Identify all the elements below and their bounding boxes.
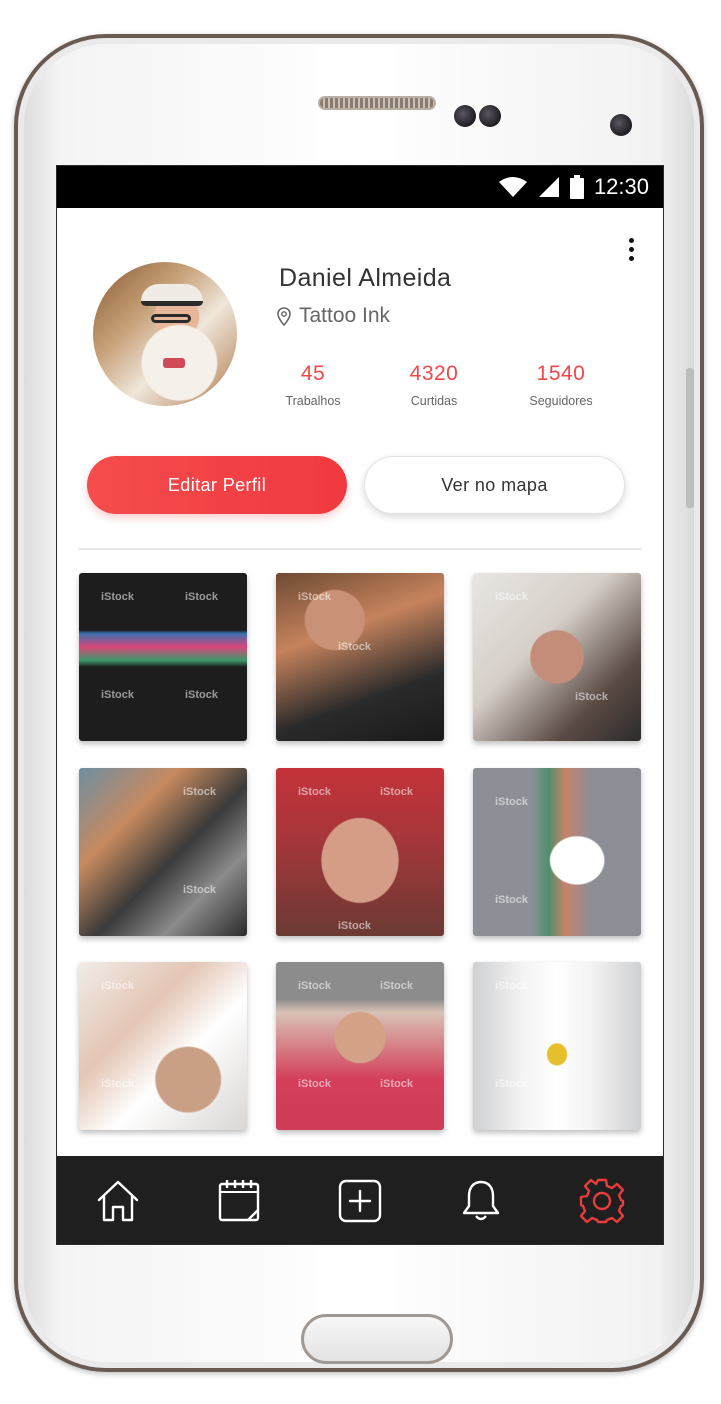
- watermark-label: iStock: [495, 980, 529, 992]
- battery-icon: [569, 175, 584, 199]
- status-bar: 12:30: [57, 166, 663, 208]
- watermark-label: iStock: [183, 786, 217, 798]
- nav-calendar[interactable]: [204, 1166, 274, 1236]
- bottom-nav: [57, 1156, 663, 1244]
- watermark-label: iStock: [183, 884, 217, 896]
- home-icon: [97, 1180, 138, 1222]
- gallery-item[interactable]: iStock iStock iStock: [276, 768, 444, 936]
- watermark-label: iStock: [495, 591, 529, 603]
- nav-add[interactable]: [325, 1166, 395, 1236]
- location-pin-icon: [277, 306, 291, 326]
- stat-trabalhos[interactable]: 45 Trabalhos: [253, 362, 373, 408]
- view-on-map-button[interactable]: Ver no mapa: [364, 456, 625, 514]
- gallery-item[interactable]: iStock iStock: [276, 573, 444, 741]
- watermark-label: iStock: [298, 1078, 332, 1090]
- gear-icon: [580, 1178, 625, 1224]
- stat-label: Seguidores: [529, 394, 593, 408]
- gallery-item[interactable]: iStock iStock iStock iStock: [79, 573, 247, 741]
- gallery-item[interactable]: iStock iStock: [473, 962, 641, 1130]
- watermark-label: iStock: [185, 689, 219, 701]
- nav-notifications[interactable]: [446, 1166, 516, 1236]
- light-sensor: [479, 105, 501, 127]
- stat-curtidas[interactable]: 4320 Curtidas: [374, 362, 494, 408]
- watermark-label: iStock: [101, 1078, 135, 1090]
- watermark-label: iStock: [101, 591, 135, 603]
- stat-value: 4320: [409, 362, 459, 385]
- avatar[interactable]: [93, 262, 237, 406]
- watermark-label: iStock: [380, 980, 414, 992]
- watermark-label: iStock: [495, 894, 529, 906]
- watermark-label: iStock: [101, 689, 135, 701]
- stat-seguidores[interactable]: 1540 Seguidores: [501, 362, 621, 408]
- status-time: 12:30: [593, 174, 649, 199]
- home-hardware-button[interactable]: [301, 1314, 453, 1364]
- add-icon: [338, 1179, 382, 1223]
- gallery-item[interactable]: iStock iStock iStock iStock: [276, 962, 444, 1130]
- watermark-label: iStock: [338, 920, 372, 932]
- gallery-item[interactable]: iStock iStock: [79, 962, 247, 1130]
- profile-name: Daniel Almeida: [279, 264, 452, 292]
- watermark-label: iStock: [338, 641, 372, 653]
- stat-value: 1540: [536, 362, 586, 385]
- profile-location: Tattoo Ink: [277, 304, 390, 328]
- watermark-label: iStock: [495, 1078, 529, 1090]
- gallery-item[interactable]: iStock iStock: [473, 573, 641, 741]
- edit-profile-button[interactable]: Editar Perfil: [87, 456, 347, 514]
- divider: [79, 548, 641, 550]
- nav-settings[interactable]: [567, 1166, 637, 1236]
- stat-label: Curtidas: [410, 394, 458, 408]
- proximity-sensor: [454, 105, 476, 127]
- side-button: [686, 368, 694, 508]
- stat-label: Trabalhos: [285, 394, 341, 408]
- watermark-label: iStock: [380, 1078, 414, 1090]
- watermark-label: iStock: [298, 591, 332, 603]
- watermark-label: iStock: [101, 980, 135, 992]
- watermark-label: iStock: [380, 786, 414, 798]
- earpiece-speaker: [318, 96, 436, 110]
- watermark-label: iStock: [575, 691, 609, 703]
- calendar-icon: [218, 1180, 259, 1222]
- front-camera: [610, 114, 632, 136]
- bell-icon: [462, 1180, 500, 1221]
- nav-home[interactable]: [83, 1166, 153, 1236]
- watermark-label: iStock: [298, 980, 332, 992]
- location-label: Tattoo Ink: [299, 304, 391, 327]
- gallery-item[interactable]: iStock iStock: [473, 768, 641, 936]
- more-vert-icon[interactable]: [619, 236, 643, 266]
- watermark-label: iStock: [495, 796, 529, 808]
- watermark-label: iStock: [185, 591, 219, 603]
- app-screen: 12:30 Daniel Almeida Tattoo Ink 45 Traba…: [56, 165, 664, 1245]
- gallery-item[interactable]: iStock iStock: [79, 768, 247, 936]
- wifi-icon: [498, 177, 527, 197]
- signal-icon: [538, 177, 559, 197]
- watermark-label: iStock: [298, 786, 332, 798]
- stat-value: 45: [300, 362, 326, 385]
